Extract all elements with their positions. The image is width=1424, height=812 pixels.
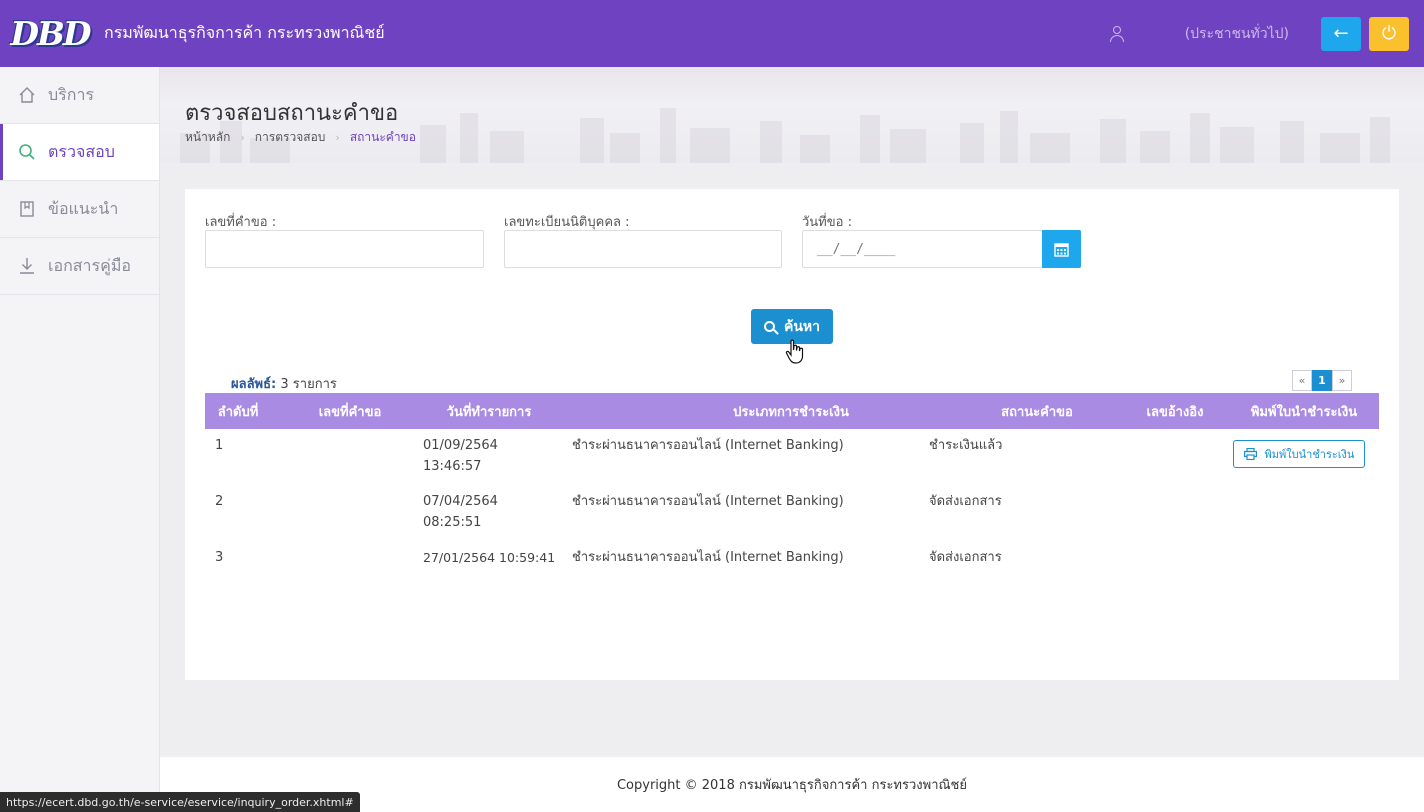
book-icon	[18, 200, 36, 218]
request-date-label: วันที่ขอ :	[802, 215, 852, 230]
logout-button[interactable]: ⏻	[1369, 16, 1409, 51]
result-count: ผลลัพธ์: 3 รายการ	[231, 373, 337, 394]
col-request-no: เลขที่คำขอ	[318, 404, 382, 420]
dbd-logo[interactable]: DBD	[0, 0, 100, 67]
cell-date-time: 13:46:57	[423, 459, 482, 474]
cell-payment-type: ชำระผ่านธนาคารออนไลน์ (Internet Banking)	[572, 550, 844, 565]
browser-status-url: https://ecert.dbd.go.th/e-service/eservi…	[0, 792, 360, 812]
pagination: « 1 »	[1292, 370, 1352, 391]
table-row: 3 27/01/2564 10:59:41 ชำระผ่านธนาคารออนไ…	[205, 547, 1379, 577]
sidebar-item-label: ตรวจสอบ	[48, 141, 115, 161]
cell-seq: 3	[215, 550, 224, 565]
site-title: กรมพัฒนาธุรกิจการค้า กระทรวงพาณิชย์	[104, 23, 385, 42]
pager-page[interactable]: 1	[1312, 370, 1332, 391]
sidebar-item-label: บริการ	[48, 84, 95, 104]
cell-status: ชำระเงินแล้ว	[929, 438, 1003, 453]
cell-date-day: 07/04/2564	[423, 494, 498, 509]
cell-date-day: 01/09/2564	[423, 438, 498, 453]
page-title: ตรวจสอบสถานะคำขอ	[185, 101, 399, 126]
breadcrumb-current: สถานะคำขอ	[349, 130, 416, 144]
col-reference: เลขอ้างอิง	[1146, 404, 1204, 420]
col-print: พิมพ์ใบนำชำระเงิน	[1250, 404, 1358, 420]
cell-seq: 1	[215, 438, 224, 453]
cell-date-time: 08:25:51	[423, 515, 482, 530]
printer-icon	[1243, 448, 1257, 460]
download-icon	[18, 257, 36, 275]
breadcrumb-inspect[interactable]: การตรวจสอบ	[255, 128, 326, 147]
sidebar-item-inspect[interactable]: ตรวจสอบ	[0, 124, 159, 181]
cell-date: 07/04/2564 08:25:51	[423, 491, 498, 533]
sidebar: บริการ ตรวจสอบ ข้อแนะนำ เอกสารคู่มือ	[0, 67, 160, 812]
cell-status: จัดส่งเอกสาร	[929, 494, 1002, 509]
top-header-bar: DBD กรมพัฒนาธุรกิจการค้า กระทรวงพาณิชย์ …	[0, 0, 1424, 67]
breadcrumb-separator: ›	[240, 131, 245, 144]
table-row: 2 07/04/2564 08:25:51 ชำระผ่านธนาคารออนไ…	[205, 491, 1379, 541]
breadcrumb-home[interactable]: หน้าหลัก	[185, 128, 230, 147]
sidebar-item-label: เอกสารคู่มือ	[48, 255, 131, 275]
calendar-button[interactable]	[1042, 230, 1081, 268]
breadcrumb-separator: ›	[335, 131, 340, 144]
result-count-value: 3 รายการ	[280, 377, 337, 392]
result-count-label: ผลลัพธ์:	[231, 377, 277, 392]
search-button-label: ค้นหา	[783, 318, 821, 335]
cell-seq: 2	[215, 494, 224, 509]
registration-no-input[interactable]	[504, 230, 782, 268]
cell-payment-type: ชำระผ่านธนาคารออนไลน์ (Internet Banking)	[572, 494, 844, 509]
hand-cursor-icon	[785, 339, 804, 364]
request-no-input[interactable]	[205, 230, 484, 268]
power-icon: ⏻	[1381, 23, 1397, 44]
col-date: วันที่ทำรายการ	[446, 404, 532, 420]
cell-date: 01/09/2564 13:46:57	[423, 435, 498, 477]
copyright-text: Copyright © 2018 กรมพัฒนาธุรกิจการค้า กร…	[616, 778, 968, 793]
request-date-input[interactable]: __/__/____	[802, 230, 1043, 268]
cell-status: จัดส่งเอกสาร	[929, 550, 1002, 565]
results-table-header: ลำดับที่ เลขที่คำขอ วันที่ทำรายการ ประเภ…	[205, 393, 1379, 429]
col-seq: ลำดับที่	[217, 404, 259, 420]
arrow-left-icon: ←	[1333, 23, 1349, 44]
col-status: สถานะคำขอ	[1001, 404, 1073, 420]
pager-prev[interactable]: «	[1292, 370, 1312, 391]
search-icon	[18, 143, 36, 161]
page-header: ตรวจสอบสถานะคำขอ หน้าหลัก › การตรวจสอบ ›…	[160, 67, 1424, 163]
sidebar-item-documents[interactable]: เอกสารคู่มือ	[0, 238, 159, 295]
sidebar-item-label: ข้อแนะนำ	[48, 198, 119, 218]
col-payment-type: ประเภทการชำระเงิน	[733, 404, 849, 420]
request-no-label: เลขที่คำขอ :	[205, 215, 277, 230]
home-icon	[18, 86, 36, 104]
print-payment-slip-button[interactable]: พิมพ์ใบนำชำระเงิน	[1233, 440, 1365, 468]
registration-no-label: เลขทะเบียนนิติบุคคล :	[504, 215, 630, 230]
sidebar-item-guide[interactable]: ข้อแนะนำ	[0, 181, 159, 238]
search-card: เลขที่คำขอ : เลขทะเบียนนิติบุคคล : วันที…	[185, 189, 1399, 680]
pager-next[interactable]: »	[1332, 370, 1352, 391]
cell-payment-type: ชำระผ่านธนาคารออนไลน์ (Internet Banking)	[572, 438, 844, 453]
print-button-label: พิมพ์ใบนำชำระเงิน	[1264, 448, 1355, 461]
back-button[interactable]: ←	[1321, 16, 1361, 51]
sidebar-item-services[interactable]: บริการ	[0, 67, 159, 124]
logo-text: DBD	[10, 14, 91, 53]
user-role-label: (ประชาชนทั่วไป)	[1184, 25, 1289, 42]
user-icon[interactable]	[1107, 24, 1127, 44]
cell-date: 27/01/2564 10:59:41	[423, 550, 556, 565]
calendar-icon	[1054, 242, 1069, 257]
search-icon	[763, 321, 775, 332]
table-row: 1 01/09/2564 13:46:57 ชำระผ่านธนาคารออนไ…	[205, 435, 1379, 485]
breadcrumb: หน้าหลัก › การตรวจสอบ › สถานะคำขอ	[185, 128, 416, 147]
